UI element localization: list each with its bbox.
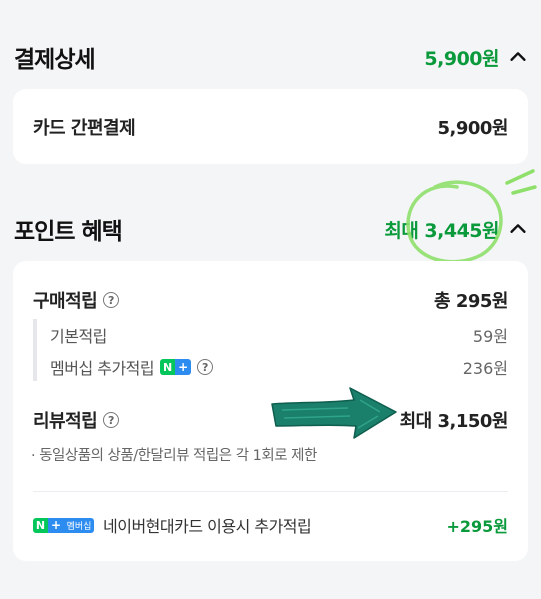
review-points-note: · 동일상품의 상품/한달리뷰 적립은 각 1회로 제한 [31,448,317,464]
payment-method-card: 카드 간편결제 5,900원 [13,89,528,164]
purchase-detail-bar [33,319,37,381]
purchase-points-amount: 총 295원 [434,291,508,312]
card-bonus-amount: +295원 [446,517,508,536]
points-card: 구매적립 ? 총 295원 기본적립 59원 멤버십 추가적립 N + ? 23… [13,261,528,561]
help-circle-icon[interactable]: ? [103,292,120,308]
review-points-amount: 최대 3,150원 [399,411,509,432]
points-benefit-title: 포인트 혜택 [14,219,123,245]
purchase-item-membership: 멤버십 추가적립 N + ? 236원 [50,355,508,379]
help-circle-icon[interactable]: ? [197,359,214,375]
payment-method-amount: 5,900원 [437,117,509,139]
purchase-points-label: 구매적립 [33,291,98,312]
purchase-item-amount: 236원 [462,359,508,378]
payment-detail-title: 결제상세 [14,47,96,73]
review-points-label: 리뷰적립 [33,411,98,432]
card-bonus-row: N + 멤버십 네이버현대카드 이용시 추가적립 +295원 [33,513,508,537]
help-circle-icon[interactable]: ? [103,412,120,428]
card-bonus-label: 네이버현대카드 이용시 추가적립 [103,517,312,536]
payment-total-amount: 5,900원 [424,47,499,70]
purchase-points-row: 구매적립 ? 총 295원 [33,287,508,313]
purchase-item-label: 멤버십 추가적립 [50,359,155,378]
payment-detail-header[interactable]: 결제상세 5,900원 [14,40,527,74]
review-points-row: 리뷰적립 ? 최대 3,150원 [33,407,509,433]
purchase-item-basic: 기본적립 59원 [50,323,508,347]
points-max-amount: 최대 3,445원 [384,219,499,242]
payment-method-label: 카드 간편결제 [33,117,136,139]
points-benefit-header[interactable]: 포인트 혜택 최대 3,445원 [14,212,527,246]
purchase-item-label: 기본적립 [50,327,107,346]
purchase-item-amount: 59원 [472,327,508,346]
chevron-up-icon[interactable] [507,218,529,240]
naver-membership-badge-icon: N + [160,359,192,375]
divider [33,491,508,492]
naver-membership-badge-icon: N + 멤버십 [33,517,94,533]
chevron-up-icon[interactable] [507,46,529,68]
